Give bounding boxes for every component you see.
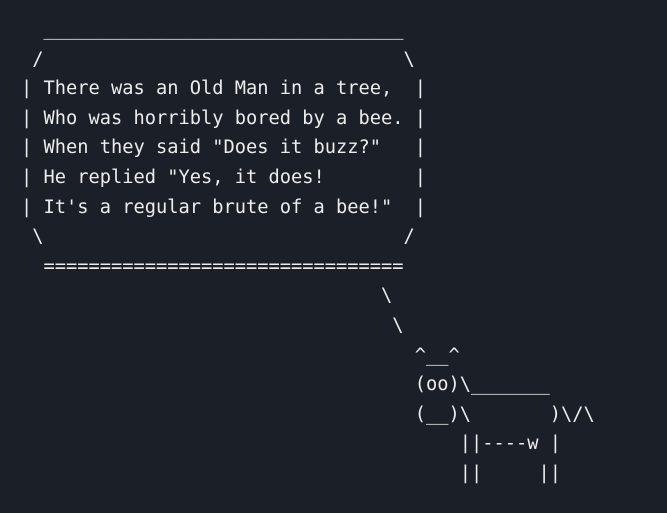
cow-legs-2: || || [21, 462, 562, 484]
cow-legs-1: ||----w | [21, 433, 562, 455]
bubble-tail-1: \ [21, 285, 393, 307]
speech-bubble-bottom-corners: \ / [21, 226, 415, 248]
speech-line-3: | When they said "Does it buzz?" | [21, 137, 427, 159]
bubble-tail-2: \ [21, 314, 404, 336]
speech-bubble-top-corners: / \ [21, 48, 415, 70]
terminal-window[interactable]: ________________________________ / \ | Th… [0, 0, 667, 513]
cow-ears: ^__^ [21, 344, 460, 366]
cow-eyes: (oo)\_______ [21, 374, 550, 396]
speech-bubble-bottom: ================================ [21, 255, 404, 277]
speech-bubble-top: ________________________________ [21, 19, 404, 40]
speech-line-5: | It's a regular brute of a bee!" | [21, 196, 427, 218]
speech-line-1: | There was an Old Man in a tree, | [21, 78, 427, 100]
cowsay-output: ________________________________ / \ | Th… [21, 15, 595, 489]
speech-line-4: | He replied "Yes, it does! | [21, 166, 427, 188]
speech-line-2: | Who was horribly bored by a bee. | [21, 107, 427, 129]
cow-mouth: (__)\ )\/\ [21, 403, 595, 425]
